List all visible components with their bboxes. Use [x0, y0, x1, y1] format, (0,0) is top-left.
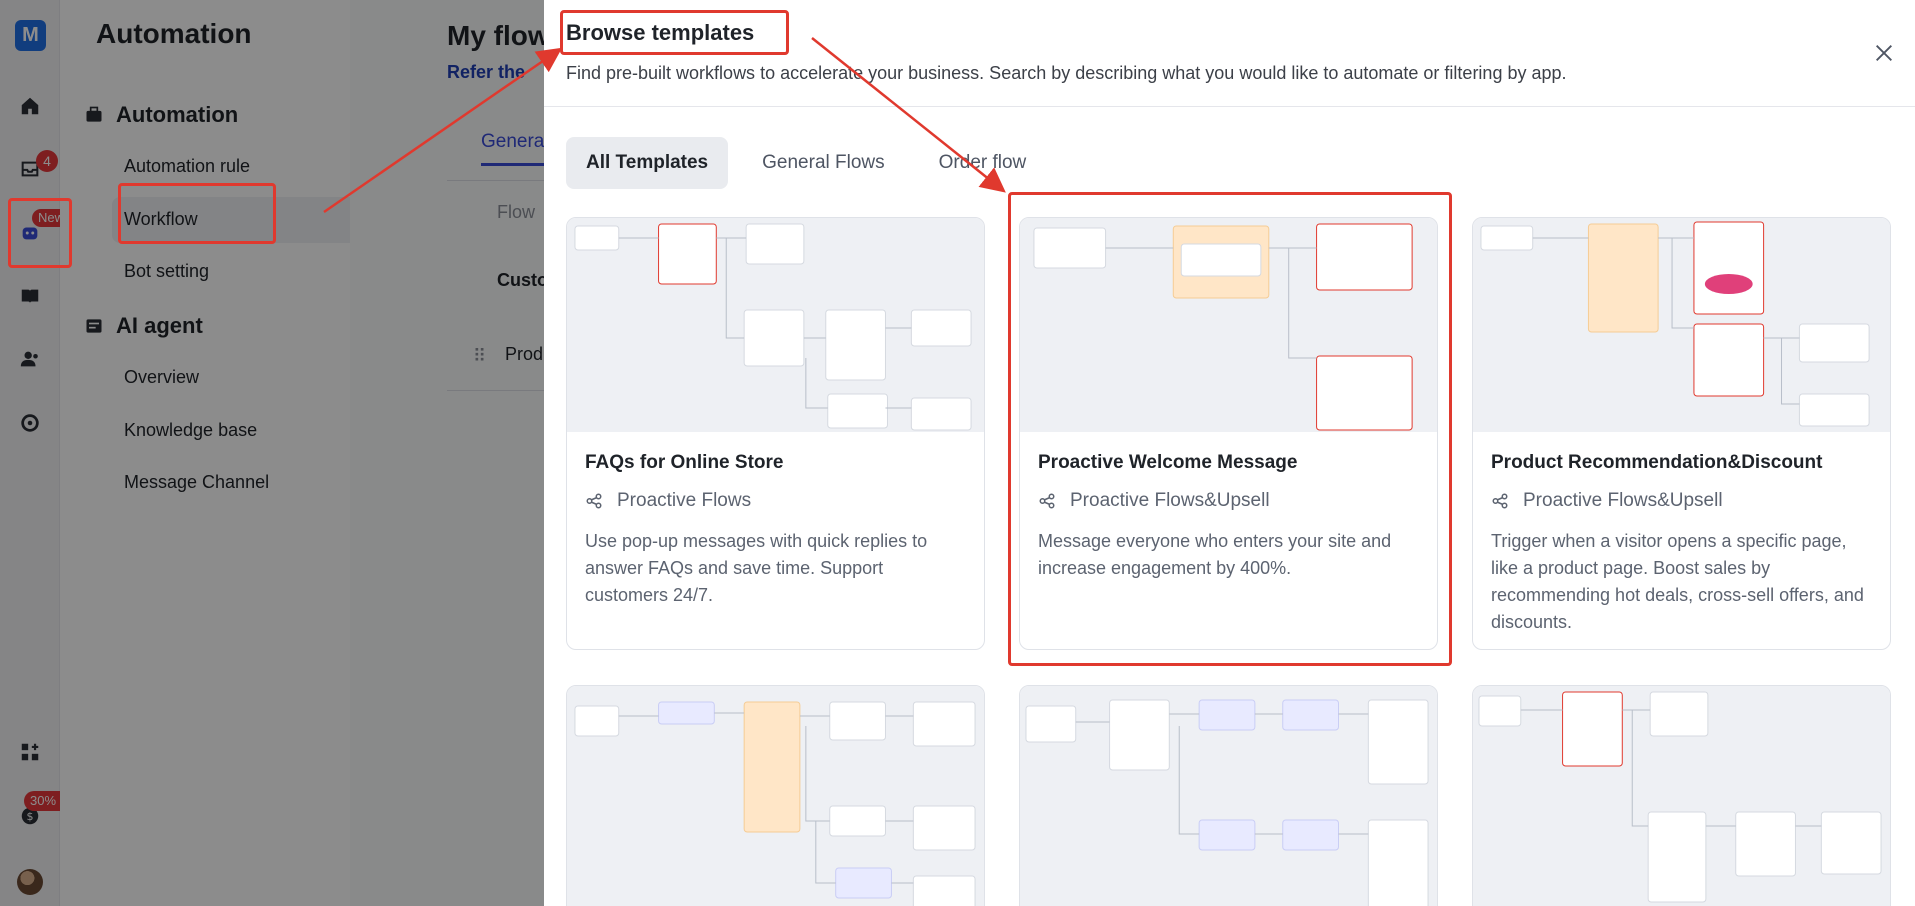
template-card-product-recommendation[interactable]: Product Recommendation&Discount Proactiv… — [1472, 217, 1891, 650]
flow-preview-thumbnail — [567, 686, 984, 906]
annotation-box-modal-title — [560, 10, 789, 55]
annotation-box-bot-icon — [8, 198, 72, 268]
close-icon[interactable] — [1871, 40, 1897, 66]
card-category-label: Proactive Flows&Upsell — [1523, 490, 1723, 511]
annotation-box-welcome-card — [1008, 192, 1452, 666]
card-category: Proactive Flows&Upsell — [1491, 490, 1723, 512]
card-category: Proactive Flows — [585, 490, 751, 512]
template-card-4[interactable] — [566, 685, 985, 906]
flow-preview-thumbnail — [1020, 686, 1437, 906]
share-icon — [1492, 493, 1508, 509]
card-title: FAQs for Online Store — [585, 452, 784, 473]
modal-subtitle: Find pre-built workflows to accelerate y… — [566, 63, 1567, 83]
share-icon — [586, 493, 602, 509]
card-category-label: Proactive Flows — [617, 490, 752, 511]
flow-preview-thumbnail — [1473, 686, 1890, 906]
divider — [544, 106, 1915, 107]
template-filter-tabs: All Templates General Flows Order flow — [566, 137, 1060, 189]
card-description: Trigger when a visitor opens a specific … — [1491, 531, 1864, 632]
tab-order-flow[interactable]: Order flow — [919, 137, 1047, 189]
tab-all-templates[interactable]: All Templates — [566, 137, 729, 189]
template-card-6[interactable] — [1472, 685, 1891, 906]
annotation-box-workflow — [118, 183, 276, 244]
flow-preview-thumbnail — [1473, 218, 1890, 432]
flow-preview-thumbnail — [567, 218, 984, 432]
card-title: Product Recommendation&Discount — [1491, 452, 1823, 473]
tab-general-flows[interactable]: General Flows — [742, 137, 905, 189]
template-card-5[interactable] — [1019, 685, 1438, 906]
template-card-faqs[interactable]: FAQs for Online Store Proactive Flows Us… — [566, 217, 985, 650]
card-description: Use pop-up messages with quick replies t… — [585, 531, 928, 605]
